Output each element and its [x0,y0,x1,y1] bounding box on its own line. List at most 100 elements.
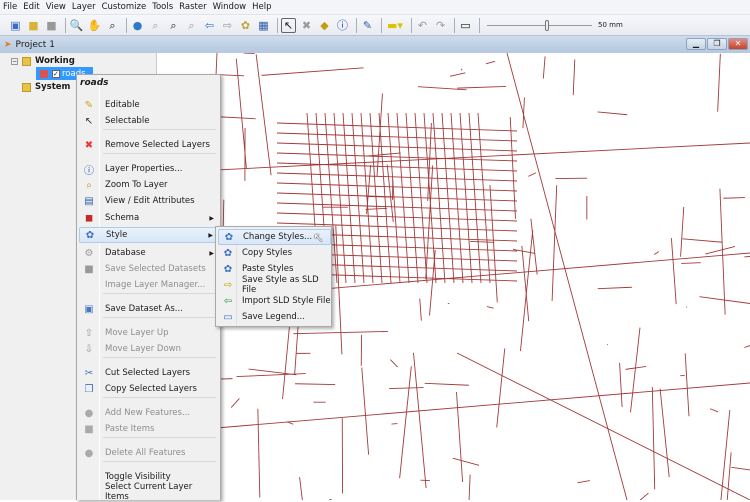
context-menu-item-select-current-layer-items[interactable]: Select Current Layer Items [79,484,218,500]
layer-color-swatch [40,70,48,78]
menu-separator [103,153,216,154]
road-segment [654,252,659,255]
road-segment [682,239,722,242]
menu-help[interactable]: Help [252,2,271,12]
context-menu-item-layer-properties[interactable]: ⓘLayer Properties... [79,161,218,177]
select-cursor-icon[interactable]: ↖ [281,18,296,33]
road-segment [470,241,494,242]
style-submenu-item-copy-styles[interactable]: ✿Copy Styles [218,245,331,261]
road-segment [552,185,557,301]
red-x-icon: ✖ [81,140,97,151]
menu-layer[interactable]: Layer [72,2,96,12]
new-project-icon[interactable]: ▣ [8,18,23,33]
undo-icon[interactable]: ↶ [415,18,430,33]
slider-thumb[interactable] [545,20,549,31]
forward-arrow-icon[interactable]: ⇨ [220,18,235,33]
menu-view[interactable]: View [46,2,66,12]
open-folder-icon[interactable]: ■ [26,18,41,33]
collapse-toggle[interactable]: − [11,58,18,65]
zoom-prev-icon[interactable]: ⌕ [184,18,199,33]
restore-button[interactable]: ❐ [707,38,727,50]
delete-feature-icon[interactable]: ✖ [299,18,314,33]
context-menu-item-save-dataset-as[interactable]: ▣Save Dataset As... [79,301,218,317]
style-submenu-item-save-legend[interactable]: ▭Save Legend... [218,309,331,325]
palette-icon[interactable]: ✿ [238,18,253,33]
pan-hand-icon[interactable]: ✋ [87,18,102,33]
road-segment [497,348,505,427]
menu-item-label: Delete All Features [105,448,185,458]
context-menu-item-move-layer-up[interactable]: ⇧Move Layer Up [79,325,218,341]
toolbar-separator [454,18,455,33]
zoom-in-icon[interactable]: ⌕ [148,18,163,33]
minimize-button[interactable]: ▁ [686,38,706,50]
visibility-checkbox[interactable]: ✓ [52,70,60,78]
info-icon[interactable]: ⓘ [335,18,350,33]
context-menu-item-editable[interactable]: ✎Editable [79,97,218,113]
menu-file[interactable]: File [3,2,17,12]
back-arrow-icon[interactable]: ⇦ [202,18,217,33]
close-button[interactable]: ✕ [728,38,748,50]
style-submenu-item-import-sld-style-file[interactable]: ⇦Import SLD Style File [218,293,331,309]
context-menu-item-schema[interactable]: ◼Schema▶ [79,210,218,226]
context-menu-item-style[interactable]: ✿Style▶ [79,227,218,243]
zoom-icon[interactable]: 🔍 [69,18,84,33]
road-segment [469,113,481,283]
context-menu-item-save-selected-datasets[interactable]: ■Save Selected Datasets [79,261,218,277]
magnifier-icon: ⌕ [81,180,97,191]
road-segment [277,173,517,181]
menu-edit[interactable]: Edit [23,2,39,12]
context-menu-item-zoom-to-layer[interactable]: ⌕Zoom To Layer [79,177,218,193]
context-menu-item-delete-all-features[interactable]: ●Delete All Features [79,445,218,461]
measure-ruler-icon[interactable]: ▬▾ [385,18,405,33]
toolbar-separator [381,18,382,33]
edit-icon[interactable]: ✎ [360,18,375,33]
toolbar-separator [356,18,357,33]
scale-slider[interactable] [487,18,592,33]
road-segment [486,61,495,64]
grid-icon[interactable]: ▦ [256,18,271,33]
menu-window[interactable]: Window [213,2,247,12]
layer-context-menu: roads ✎Editable↖Selectable✖Remove Select… [76,74,221,500]
context-menu-item-selectable[interactable]: ↖Selectable [79,113,218,129]
road-segment [727,452,731,499]
menu-separator [103,357,216,358]
tree-node-working[interactable]: Working [22,56,75,66]
context-menu-item-view-edit-attributes[interactable]: ▤View / Edit Attributes [79,193,218,209]
window-icon[interactable]: ▭ [458,18,473,33]
road-segment [277,183,517,191]
context-menu-item-add-new-features[interactable]: ●Add New Features... [79,405,218,421]
context-menu-item-image-layer-manager[interactable]: Image Layer Manager... [79,277,218,293]
menu-item-label: Move Layer Down [105,344,181,354]
context-menu-item-copy-selected-layers[interactable]: ❐Copy Selected Layers [79,381,218,397]
road-segment [744,346,750,348]
context-menu-item-database[interactable]: ⚙Database▶ [79,245,218,261]
road-segment [277,203,517,211]
context-menu-item-remove-selected-layers[interactable]: ✖ Remove Selected Layers [79,137,218,153]
globe-icon[interactable]: ● [130,18,145,33]
road-segment [157,383,750,433]
road-segment [720,189,725,315]
arrow-up-icon: ⇧ [81,328,97,339]
context-menu-item-paste-items[interactable]: ■Paste Items [79,421,218,437]
tree-node-system[interactable]: System [22,82,70,92]
menu-item-label: Toggle Visibility [105,472,171,482]
road-segment [710,409,718,412]
menu-customize[interactable]: Customize [102,2,147,12]
zoom-out-icon[interactable]: ⌕ [166,18,181,33]
style-submenu-item-save-style-as-sld-file[interactable]: ⇨Save Style as SLD File [218,277,331,293]
road-segment [620,363,623,407]
context-menu-item-cut-selected-layers[interactable]: ✂Cut Selected Layers [79,365,218,381]
road-segment [420,299,422,321]
menu-raster[interactable]: Raster [179,2,206,12]
road-segment [390,360,397,367]
menu-item-label: Remove Selected Layers [105,140,210,150]
layers-icon[interactable]: ■ [44,18,59,33]
paste-icon: ■ [81,424,97,435]
menu-tools[interactable]: Tools [152,2,173,12]
redo-icon[interactable]: ↷ [433,18,448,33]
road-segment [391,424,397,425]
zoom-pan-icon[interactable]: ⌕ [105,18,120,33]
cube-icon[interactable]: ◆ [317,18,332,33]
context-menu-item-move-layer-down[interactable]: ⇩Move Layer Down [79,341,218,357]
cut-icon: ✂ [81,368,97,379]
